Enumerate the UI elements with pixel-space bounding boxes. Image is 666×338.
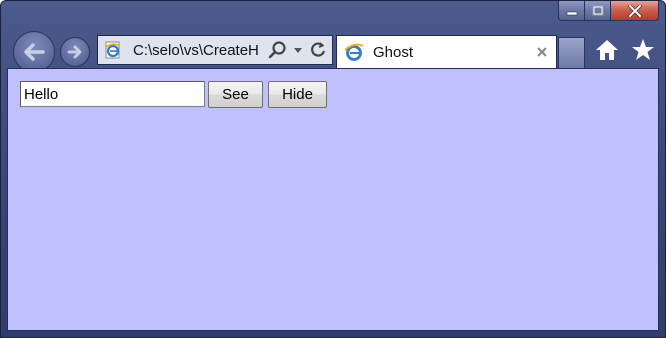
- close-tab-button[interactable]: [532, 42, 552, 62]
- tab-ghost[interactable]: Ghost: [336, 35, 557, 68]
- page-content: See Hide: [7, 68, 659, 331]
- text-input[interactable]: [20, 81, 205, 107]
- minimize-button[interactable]: [558, 1, 585, 21]
- new-tab-button[interactable]: [558, 37, 585, 68]
- back-arrow-icon: [24, 43, 45, 61]
- address-text: C:\selo\vs\CreateH: [133, 41, 259, 59]
- browser-window: C:\selo\vs\CreateH Ghost Hello See Hide: [0, 0, 666, 338]
- back-button[interactable]: [13, 31, 55, 73]
- forward-arrow-icon: [67, 45, 82, 59]
- chevron-down-icon[interactable]: [292, 44, 304, 56]
- ie-logo-icon: [102, 39, 124, 61]
- toolbar-right: [593, 37, 656, 63]
- see-button[interactable]: See: [208, 81, 263, 108]
- tab-title: Ghost: [373, 43, 414, 61]
- forward-button[interactable]: [60, 37, 90, 67]
- maximize-button[interactable]: [585, 1, 611, 21]
- star-icon[interactable]: [630, 37, 656, 63]
- address-bar[interactable]: C:\selo\vs\CreateH: [97, 35, 333, 65]
- maximize-icon: [592, 5, 603, 16]
- home-icon[interactable]: [593, 37, 621, 63]
- search-icon[interactable]: [268, 40, 288, 60]
- close-icon: [627, 4, 642, 17]
- close-icon: [537, 47, 547, 57]
- ie-logo-icon: [344, 43, 364, 61]
- refresh-icon[interactable]: [308, 40, 328, 60]
- window-caption-buttons: [558, 1, 659, 22]
- hide-button[interactable]: Hide: [268, 81, 327, 108]
- minimize-icon: [566, 11, 577, 15]
- close-window-button[interactable]: [611, 1, 659, 21]
